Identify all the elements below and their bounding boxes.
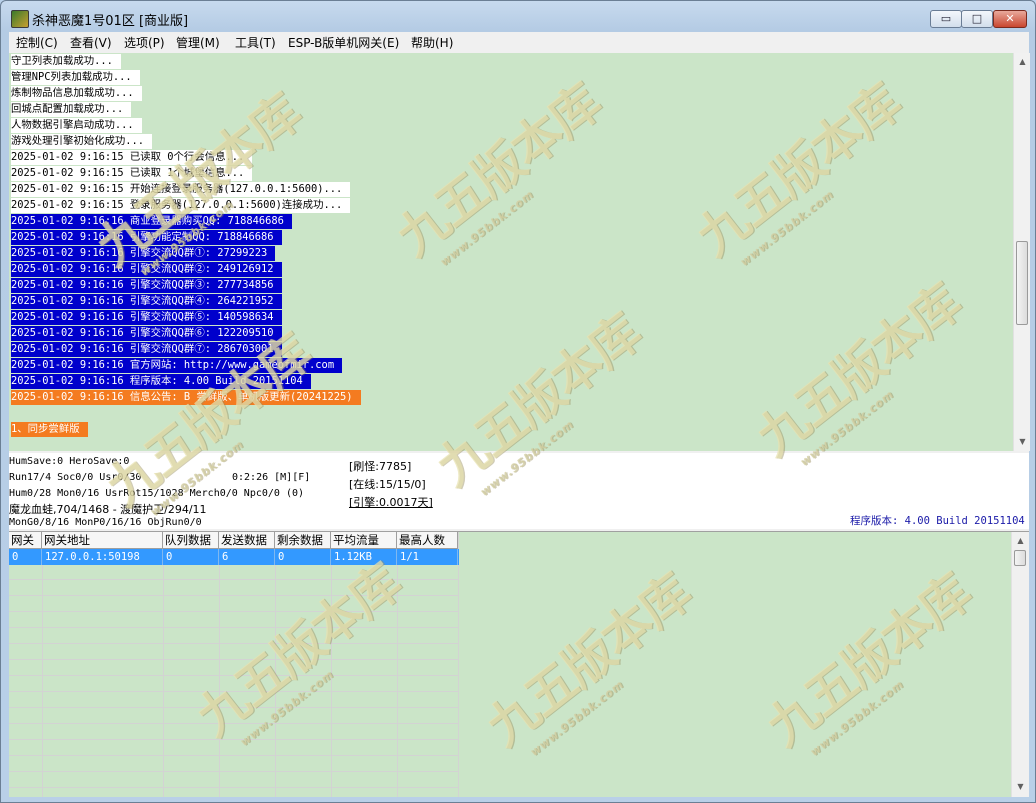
log-line: 2025-01-02 9:16:16 引擎交流QQ群⑤: 140598634	[11, 310, 282, 325]
log-line: 炼制物品信息加载成功...	[11, 86, 142, 101]
grid-divider	[163, 532, 164, 797]
log-line: 2025-01-02 9:16:16 官方网站: http://www.game…	[11, 358, 343, 373]
log-line: 2025-01-02 9:16:16 程序版本: 4.00 Build 2015…	[11, 374, 311, 389]
status-monster: 魔龙血蛙,704/1468 - 渡魔护卫/294/11	[9, 503, 207, 516]
log-panel[interactable]: 守卫列表加载成功... 管理NPC列表加载成功... 炼制物品信息加载成功... 回城…	[9, 53, 1013, 451]
client-area: 守卫列表加载成功... 管理NPC列表加载成功... 炼制物品信息加载成功... 回城…	[9, 51, 1030, 797]
log-line: 2025-01-02 9:16:16 商业登录器购买QQ: 718846686	[11, 214, 292, 229]
scroll-thumb[interactable]	[1014, 550, 1026, 566]
log-line: 2025-01-02 9:16:15 登录服务器(127.0.0.1:5600)…	[11, 198, 351, 213]
log-line: 2025-01-02 9:16:16 引擎交流QQ群①: 27299223	[11, 246, 276, 261]
log-line: 2025-01-02 9:16:16 引擎交流QQ群③: 277734856	[11, 278, 282, 293]
scroll-down-icon[interactable]: ▼	[1016, 435, 1029, 448]
status-engine[interactable]: [引擎:0.0017天]	[349, 494, 433, 510]
menu-control[interactable]: 控制(C)	[16, 34, 58, 51]
table-cell: 0	[163, 549, 219, 565]
status-run: Run17/4 Soc0/0 Usr0/30	[9, 472, 142, 483]
log-line: 2025-01-02 9:16:16 引擎交流QQ群④: 264221952	[11, 294, 282, 309]
title-bar[interactable]: 杀神恶魔1号01区 [商业版] ▭ □ ✕	[1, 1, 1035, 34]
log-line: 人物数据引擎启动成功...	[11, 118, 142, 133]
table-cell: 6	[219, 549, 275, 565]
column-header[interactable]: 网关地址	[42, 532, 163, 549]
log-line: 游戏处理引擎初始化成功...	[11, 134, 153, 149]
log-line: 2025-01-02 9:16:15 已读取 0个行会信息...	[11, 150, 253, 165]
column-header[interactable]: 网关	[9, 532, 42, 549]
log-line: 管理NPC列表加载成功...	[11, 70, 140, 85]
column-header[interactable]: 平均流量	[331, 532, 397, 549]
column-header[interactable]: 剩余数据	[275, 532, 331, 549]
log-scrollbar[interactable]: ▲ ▼	[1013, 53, 1030, 451]
log-line: 2025-01-02 9:16:16 引擎交流QQ群②: 249126912	[11, 262, 282, 277]
status-refresh: [刷怪:7785]	[349, 460, 412, 473]
window-title: 杀神恶魔1号01区 [商业版]	[32, 14, 189, 29]
grid-divider	[219, 532, 220, 797]
menu-options[interactable]: 选项(P)	[124, 34, 165, 51]
column-header[interactable]: 队列数据	[163, 532, 219, 549]
table-cell: 0	[275, 549, 331, 565]
log-line: 2025-01-02 9:16:16 引擎功能定制QQ: 718846686	[11, 230, 282, 245]
grid-divider	[458, 532, 459, 797]
log-line: 回城点配置加载成功...	[11, 102, 132, 117]
scroll-down-icon[interactable]: ▼	[1014, 780, 1027, 793]
log-line: 2025-01-02 9:16:16 引擎交流QQ群⑥: 122209510	[11, 326, 282, 341]
menu-manage[interactable]: 管理(M)	[176, 34, 220, 51]
minimize-button[interactable]: ▭	[930, 10, 962, 28]
table-cell: 127.0.0.1:50198	[42, 549, 163, 565]
gateway-table[interactable]: 网关 网关地址 队列数据 发送数据 剩余数据 平均流量 最高人数 0 127.0.0.1:501…	[9, 532, 459, 797]
menu-help[interactable]: 帮助(H)	[411, 34, 453, 51]
column-header[interactable]: 最高人数	[397, 532, 458, 549]
table-cell: 1/1	[397, 549, 458, 565]
status-mongen: MonG0/8/16 MonP0/16/16 ObjRun0/0	[9, 517, 202, 528]
status-objects: Hum0/28 Mon0/16 UsrRot15/1028 Merch0/0 N…	[9, 488, 305, 499]
app-icon	[11, 10, 29, 28]
table-row[interactable]: 0 127.0.0.1:50198 0 6 0 1.12KB 1/1	[9, 549, 459, 565]
menu-bar: 控制(C) 查看(V) 选项(P) 管理(M) 工具(T) ESP-B版单机网关…	[9, 32, 1029, 52]
log-line: 守卫列表加载成功...	[11, 54, 121, 69]
log-line: 2025-01-02 9:16:15 开始连接登录服务器(127.0.0.1:5…	[11, 182, 351, 197]
status-time: 0:2:26 [M][F]	[232, 472, 311, 483]
log-line: 2025-01-02 9:16:16 引擎交流QQ群⑦: 286703001	[11, 342, 282, 357]
close-button[interactable]: ✕	[993, 10, 1027, 28]
grid-scrollbar[interactable]: ▲ ▼	[1011, 532, 1029, 797]
main-window: 杀神恶魔1号01区 [商业版] ▭ □ ✕ 控制(C) 查看(V) 选项(P) …	[0, 0, 1036, 803]
log-line: 2025-01-02 9:16:16 信息公告: B 尝鲜版、单机版更新(202…	[11, 390, 361, 405]
column-header[interactable]: 发送数据	[219, 532, 275, 549]
scroll-thumb[interactable]	[1016, 241, 1028, 325]
grid-divider	[275, 532, 276, 797]
table-cell: 0	[9, 549, 42, 565]
maximize-button[interactable]: □	[961, 10, 993, 28]
grid-divider	[42, 532, 43, 797]
scroll-up-icon[interactable]: ▲	[1016, 55, 1029, 68]
menu-esp-gateway[interactable]: ESP-B版单机网关(E)	[288, 34, 399, 51]
grid-divider	[331, 532, 332, 797]
scroll-up-icon[interactable]: ▲	[1014, 534, 1027, 547]
status-version: 程序版本: 4.00 Build 20151104	[850, 515, 1025, 527]
grid-divider	[397, 532, 398, 797]
status-save: HumSave:0 HeroSave:0	[9, 456, 130, 467]
table-cell: 1.12KB	[331, 549, 397, 565]
log-line: 2025-01-02 9:16:15 已读取 1个城堡信息...	[11, 166, 253, 181]
status-online: [在线:15/15/0]	[349, 478, 426, 491]
status-panel: HumSave:0 HeroSave:0 Run17/4 Soc0/0 Usr0…	[9, 453, 1029, 529]
gateway-panel: 网关 网关地址 队列数据 发送数据 剩余数据 平均流量 最高人数 0 127.0.0.1:501…	[9, 531, 1029, 797]
log-line: 1、同步尝鲜版	[11, 422, 88, 437]
menu-tools[interactable]: 工具(T)	[235, 34, 276, 51]
menu-view[interactable]: 查看(V)	[70, 34, 112, 51]
